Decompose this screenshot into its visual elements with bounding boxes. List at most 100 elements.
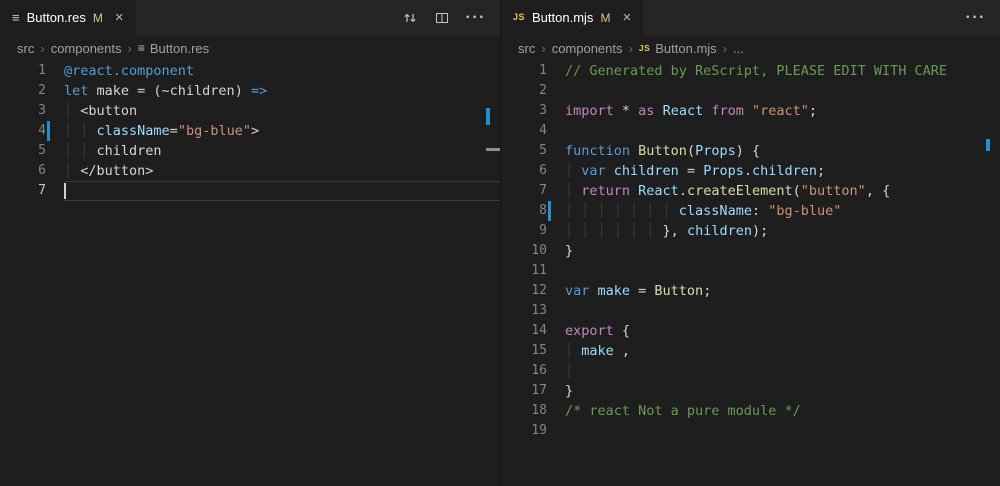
code-line[interactable]: 8│ │ │ │ │ │ │ className: "bg-blue" <box>501 201 1000 221</box>
tab-bar-right: JS Button.mjs M × ··· <box>501 0 1000 35</box>
breadcrumb-item[interactable]: ... <box>733 41 744 56</box>
breadcrumb-item[interactable]: ≡Button.res <box>138 41 209 56</box>
code-line[interactable]: 10} <box>501 241 1000 261</box>
code-line[interactable]: 2 <box>501 81 1000 101</box>
code-line[interactable]: 14 export { <box>501 321 1000 341</box>
breadcrumb-separator: › <box>128 41 132 56</box>
git-modified-gutter-indicator <box>47 121 50 141</box>
breadcrumb-separator: › <box>40 41 44 56</box>
code-line[interactable]: 12 var make = Button; <box>501 281 1000 301</box>
code-line-content: │ return React.createElement("button", { <box>565 181 1000 201</box>
code-line[interactable]: 6│ </button> <box>0 161 500 181</box>
editor-actions-left: ··· <box>388 0 500 35</box>
code-line[interactable]: 16 │ <box>501 361 1000 381</box>
code-line[interactable]: 2 let make = (~children) => <box>0 81 500 101</box>
tab-title: Button.res <box>27 10 86 25</box>
code-line-content: export { <box>565 321 1000 341</box>
code-line[interactable]: 19 <box>501 421 1000 441</box>
code-line[interactable]: 1// Generated by ReScript, PLEASE EDIT W… <box>501 61 1000 81</box>
git-modified-gutter-indicator <box>548 201 551 221</box>
breadcrumb-item[interactable]: src <box>518 41 535 56</box>
code-line-content: @react.component <box>64 61 500 81</box>
js-file-icon: JS <box>513 13 525 22</box>
code-line[interactable]: 5│ │ children <box>0 141 500 161</box>
code-line[interactable]: 5function Button(Props) { <box>501 141 1000 161</box>
vscode-window: ≡ Button.res M × ··· src›components›≡But… <box>0 0 1000 486</box>
code-line-content: │ var children = Props.children; <box>565 161 1000 181</box>
breadcrumb-item[interactable]: src <box>17 41 34 56</box>
code-line[interactable]: 1@react.component <box>0 61 500 81</box>
code-line-content: var make = Button; <box>565 281 1000 301</box>
close-icon[interactable]: × <box>115 10 124 25</box>
breadcrumb-item[interactable]: JSButton.mjs <box>639 41 717 56</box>
code-line-content: let make = (~children) => <box>64 81 500 101</box>
line-number: 17 <box>501 381 547 401</box>
code-line[interactable]: 7 <box>0 181 500 201</box>
line-number: 7 <box>0 181 46 201</box>
code-line[interactable]: 4 <box>501 121 1000 141</box>
line-number: 13 <box>501 301 547 321</box>
code-line-content <box>565 301 1000 321</box>
code-editor-right[interactable]: 1// Generated by ReScript, PLEASE EDIT W… <box>501 61 1000 486</box>
line-number: 4 <box>0 121 46 141</box>
tab-button-mjs[interactable]: JS Button.mjs M × <box>501 0 643 35</box>
line-number: 3 <box>501 101 547 121</box>
line-number: 4 <box>501 121 547 141</box>
line-number: 14 <box>501 321 547 341</box>
tab-title: Button.mjs <box>532 10 593 25</box>
code-line-content: │ <button <box>64 101 500 121</box>
code-line[interactable]: 18 /* react Not a pure module */ <box>501 401 1000 421</box>
line-number: 19 <box>501 421 547 441</box>
line-number: 12 <box>501 281 547 301</box>
line-number: 1 <box>501 61 547 81</box>
code-line[interactable]: 6│ var children = Props.children; <box>501 161 1000 181</box>
code-line-content <box>565 121 1000 141</box>
code-line[interactable]: 13 <box>501 301 1000 321</box>
code-line-content: │ │ className="bg-blue"> <box>64 121 500 141</box>
line-number: 18 <box>501 401 547 421</box>
split-editor-icon[interactable] <box>434 10 450 26</box>
compare-changes-icon[interactable] <box>402 10 418 26</box>
breadcrumb-separator: › <box>629 41 633 56</box>
line-number: 11 <box>501 261 547 281</box>
tab-bar-left: ≡ Button.res M × ··· <box>0 0 500 35</box>
code-line[interactable]: 11 <box>501 261 1000 281</box>
code-line-content: │ </button> <box>64 161 500 181</box>
line-number: 16 <box>501 361 547 381</box>
code-line-content <box>565 261 1000 281</box>
code-line[interactable]: 4 │ │ className="bg-blue"> <box>0 121 500 141</box>
breadcrumb-item[interactable]: components <box>51 41 122 56</box>
code-line-content: /* react Not a pure module */ <box>565 401 1000 421</box>
code-line-content: │ <box>565 361 1000 381</box>
code-line-content <box>565 81 1000 101</box>
code-line-content: import * as React from "react"; <box>565 101 1000 121</box>
line-number: 2 <box>501 81 547 101</box>
code-line[interactable]: 9│ │ │ │ │ │ }, children); <box>501 221 1000 241</box>
code-editor-left[interactable]: 1@react.component2 let make = (~children)… <box>0 61 500 486</box>
more-actions-icon[interactable]: ··· <box>966 9 986 27</box>
more-actions-icon[interactable]: ··· <box>466 9 486 27</box>
file-icon: ≡ <box>12 11 20 24</box>
code-line-content: function Button(Props) { <box>565 141 1000 161</box>
code-line-content: │ │ children <box>64 141 500 161</box>
code-line[interactable]: 3 │ <button <box>0 101 500 121</box>
code-line-content: │ make , <box>565 341 1000 361</box>
code-line[interactable]: 17} <box>501 381 1000 401</box>
code-line[interactable]: 15│ make , <box>501 341 1000 361</box>
breadcrumb-left: src › components › ≡Button.res <box>0 35 500 61</box>
js-file-icon: JS <box>639 43 650 53</box>
code-line[interactable]: 3 import * as React from "react"; <box>501 101 1000 121</box>
code-line[interactable]: 7 │ return React.createElement("button", … <box>501 181 1000 201</box>
line-number: 2 <box>0 81 46 101</box>
code-line-content <box>565 421 1000 441</box>
code-line-content: } <box>565 381 1000 401</box>
line-number: 7 <box>501 181 547 201</box>
git-modified-badge: M <box>600 11 610 25</box>
close-icon[interactable]: × <box>622 10 631 25</box>
breadcrumb-separator: › <box>723 41 727 56</box>
editor-actions-right: ··· <box>952 0 1000 35</box>
git-modified-badge: M <box>93 11 103 25</box>
line-number: 3 <box>0 101 46 121</box>
tab-button-res[interactable]: ≡ Button.res M × <box>0 0 136 35</box>
breadcrumb-item[interactable]: components <box>552 41 623 56</box>
